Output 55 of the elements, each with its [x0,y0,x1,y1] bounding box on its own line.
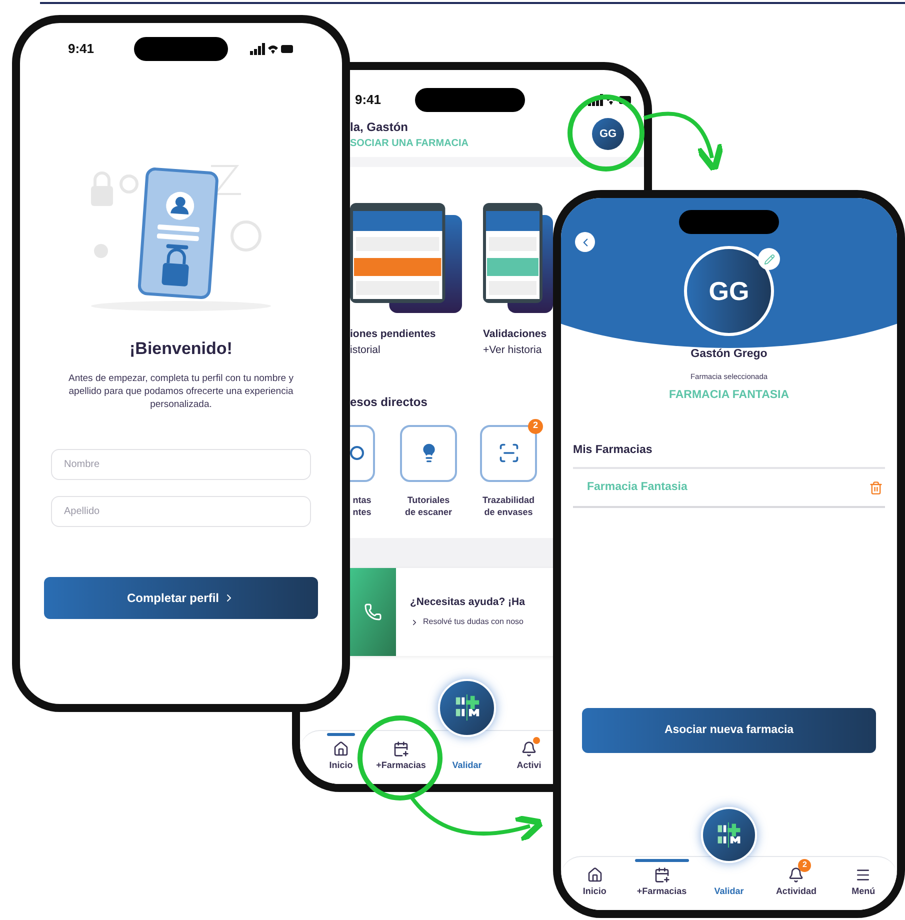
shortcut-label: de envases [484,506,533,518]
user-name: Gastón Grego [690,347,768,362]
pencil-icon [764,254,774,264]
trash-icon[interactable] [869,480,883,495]
avatar-button[interactable]: GG [592,118,624,150]
add-calendar-icon [392,740,409,756]
nav-tab[interactable]: Validar [450,732,484,772]
list-title: Mis Farmacias [573,442,654,458]
nav-tab[interactable]: Inicio [327,732,355,772]
welcome-description: Antes de empezar, completa tu perfil con tu nombre y apellido para que podamos ofrecerte una experiencia personalizada. [68,372,294,410]
nav-tab[interactable]: +Farmacias [634,858,689,898]
nav-tab[interactable]: Inicio [580,858,608,898]
text-input-field[interactable]: Nombre [51,448,311,480]
phone-chat-icon [364,602,382,620]
history-link[interactable]: +Ver historia [483,342,553,358]
card-title: iones pendientes [350,327,437,342]
welcome-title: ¡Bienvenido! [128,338,234,360]
chevron-icon [410,618,419,627]
nav-tab[interactable]: Validar [712,858,746,898]
bell-icon [520,740,537,756]
nav-tab[interactable]: Menú [850,858,878,898]
shortcut-label: ntas [352,494,372,506]
help-title: ¿Necesitas ayuda? ¡Ha [410,594,525,610]
shortcut-tile[interactable] [349,424,375,482]
selected-pharmacy: FARMACIA FANTASIA [668,388,790,402]
nav-tab[interactable]: +Farmacias [374,732,428,772]
history-link[interactable]: istorial [350,342,462,358]
bell-icon [788,866,804,882]
home-icon [586,866,603,882]
complete-profile-button[interactable]: Completar perfil [44,576,318,618]
shortcut-tile[interactable] [400,424,457,482]
notification-badge: 2 [798,858,812,872]
add-calendar-icon [654,866,670,882]
notification-badge: 2 [528,418,543,434]
text-input-field[interactable]: Apellido [51,496,311,526]
shortcut-label: ntes [352,506,372,518]
associate-pharmacy-button[interactable]: Asociar nueva farmacia [582,708,876,754]
greeting-text: la, Gastón [350,119,410,136]
shortcut-label: Trazabilidad [482,494,534,506]
shortcut-label: Tutoriales [407,494,450,506]
status-time: 9:41 [355,91,382,110]
card-title: Validaciones [483,327,548,342]
scan-icon [498,442,520,464]
nav-tab[interactable]: Activi [514,732,544,772]
help-link[interactable]: Resolvé tus dudas con noso [423,616,524,628]
pharmacy-name: Farmacia Fantasia [587,480,688,495]
shortcut-label: de escaner [404,506,452,518]
validate-logo-button[interactable] [438,678,496,736]
menu-icon [855,866,872,882]
status-icons [250,43,294,55]
validate-logo-button[interactable] [700,806,757,862]
section-title: esos directos [349,394,428,410]
home-icon [332,740,349,756]
status-icons [588,94,632,106]
status-time: 9:41 [68,40,96,58]
